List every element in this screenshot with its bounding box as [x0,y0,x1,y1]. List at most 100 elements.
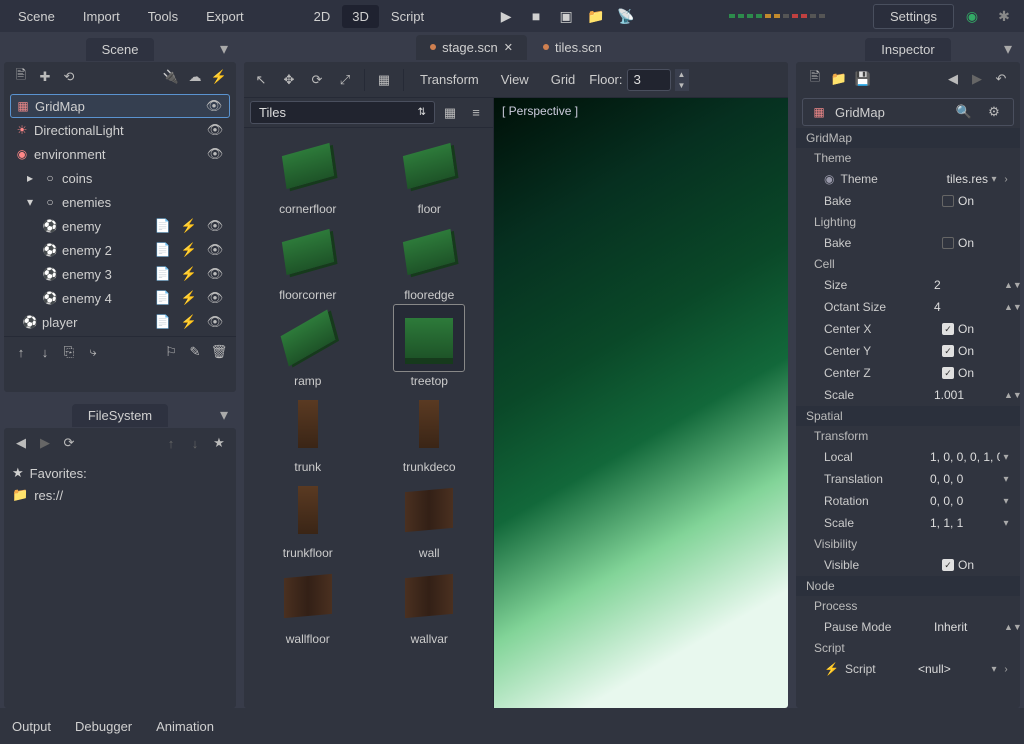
prop-rotation[interactable]: Rotation 0, 0, 0 ▾ [796,490,1020,512]
tree-node-directional-light[interactable]: ☀DirectionalLight 👁 [10,118,230,142]
tiles-library-select[interactable]: Tiles ⇅ [250,101,435,124]
other-tool-icon[interactable]: ⚐ [160,341,182,363]
floor-down-button[interactable]: ▼ [675,80,689,91]
visibility-icon[interactable]: 👁 [204,143,226,165]
visibility-icon[interactable]: 👁 [204,263,226,285]
tree-node-player[interactable]: ⚽player 📄 ⚡ 👁 [10,310,230,334]
nav-refresh-icon[interactable]: ⟳ [58,432,80,454]
prop-transform-scale[interactable]: Scale 1, 1, 1 ▾ [796,512,1020,534]
tile-treetop[interactable]: treetop [374,304,486,388]
scene-panel-menu-icon[interactable]: ▾ [220,39,228,59]
remote-icon[interactable]: 📡 [612,4,640,28]
prop-center-z[interactable]: Center Z ✓On [796,362,1020,384]
menu-import[interactable]: Import [71,5,132,28]
nav-back-icon[interactable]: ◀ [10,432,32,454]
tile-trunkdeco[interactable]: trunkdeco [374,390,486,474]
insp-save-icon[interactable]: 💾 [852,68,874,90]
prop-bake-lighting[interactable]: Bake On [796,232,1020,254]
nav-up-icon[interactable]: ↑ [160,432,182,454]
prop-pause-mode[interactable]: Pause Mode Inherit ▲▼ [796,616,1020,638]
tree-node-environment[interactable]: ◉environment 👁 [10,142,230,166]
tile-wallvar[interactable]: wallvar [374,562,486,646]
prop-center-y[interactable]: Center Y ✓On [796,340,1020,362]
play-icon[interactable]: ▶ [492,4,520,28]
favorite-icon[interactable]: ★ [208,432,230,454]
animation-tab[interactable]: Animation [156,719,214,734]
menu-tools[interactable]: Tools [136,5,190,28]
checkbox-icon[interactable] [942,195,954,207]
visibility-icon[interactable]: 👁 [204,239,226,261]
inspector-panel-tab[interactable]: Inspector ▾ [796,36,1020,62]
signals-icon[interactable]: ⚡ [208,66,230,88]
insp-history-icon[interactable]: ↶ [990,68,1012,90]
tile-ramp[interactable]: ramp [252,304,364,388]
script-icon[interactable]: ⚡ [178,239,200,261]
open-scene-icon[interactable]: 📄 [152,311,174,333]
add-node-icon[interactable]: ✚ [34,66,56,88]
floor-input[interactable] [627,69,671,91]
move-tool-icon[interactable]: ✥ [278,69,300,91]
tile-flooredge[interactable]: flooredge [374,218,486,302]
local-coords-icon[interactable]: ▦ [373,69,395,91]
script-icon[interactable]: ⚡ [178,215,200,237]
checkbox-icon[interactable]: ✓ [942,345,954,357]
edit-icon[interactable]: ✎ [184,341,206,363]
tile-wall[interactable]: wall [374,476,486,560]
move-up-icon[interactable]: ↑ [10,341,32,363]
view-2d-button[interactable]: 2D [304,5,341,28]
menu-export[interactable]: Export [194,5,256,28]
tree-node-coins[interactable]: ▸○ coins [10,166,230,190]
tree-node-enemy-4[interactable]: ⚽enemy 4 📄 ⚡ 👁 [10,286,230,310]
prop-octant-size[interactable]: Octant Size 4 ▲▼ [796,296,1020,318]
view-menu[interactable]: View [493,69,537,90]
tile-trunkfloor[interactable]: trunkfloor [252,476,364,560]
checkbox-icon[interactable]: ✓ [942,323,954,335]
fs-favorites[interactable]: ★Favorites: [12,462,228,484]
delete-icon[interactable]: 🗑 [208,341,230,363]
tree-node-enemy-3[interactable]: ⚽enemy 3 📄 ⚡ 👁 [10,262,230,286]
visibility-icon[interactable]: 👁 [204,215,226,237]
checkbox-icon[interactable] [942,237,954,249]
visibility-icon[interactable]: 👁 [204,119,226,141]
open-scene-icon[interactable]: 📄 [152,215,174,237]
checkbox-icon[interactable]: ✓ [942,559,954,571]
nav-forward-icon[interactable]: ▶ [34,432,56,454]
prop-theme[interactable]: ◉ Theme tiles.res ▾› [796,168,1020,190]
prop-center-x[interactable]: Center X ✓On [796,318,1020,340]
filesystem-panel-menu-icon[interactable]: ▾ [220,405,228,425]
close-icon[interactable]: ✕ [504,41,513,54]
prop-translation[interactable]: Translation 0, 0, 0 ▾ [796,468,1020,490]
connect-icon[interactable]: 🔌 [160,66,182,88]
tile-trunk[interactable]: trunk [252,390,364,474]
insp-new-icon[interactable]: 🖹 [804,68,826,90]
script-icon[interactable]: ⚡ [178,287,200,309]
menu-scene[interactable]: Scene [6,5,67,28]
view-script-button[interactable]: Script [381,5,434,28]
duplicate-icon[interactable]: ⎘ [58,341,80,363]
visibility-icon[interactable]: 👁 [204,287,226,309]
scene-panel-tab[interactable]: Scene ▾ [4,36,236,62]
new-node-icon[interactable]: 🖹 [10,66,32,88]
insp-back-icon[interactable]: ◀ [942,68,964,90]
prop-visible[interactable]: Visible ✓On [796,554,1020,576]
insp-forward-icon[interactable]: ▶ [966,68,988,90]
open-scene-icon[interactable]: 📄 [152,239,174,261]
tile-floor[interactable]: floor [374,132,486,216]
visibility-icon[interactable]: 👁 [204,311,226,333]
search-icon[interactable]: 🔍 [953,101,975,123]
tab-tiles[interactable]: tiles.scn [529,35,616,60]
tile-cornerfloor[interactable]: cornerfloor [252,132,364,216]
output-tab[interactable]: Output [12,719,51,734]
stop-icon[interactable]: ■ [522,4,550,28]
inspector-object-field[interactable]: ▦ GridMap 🔍 ⚙ [802,98,1014,126]
scale-tool-icon[interactable]: ⤢ [334,69,356,91]
visibility-icon[interactable]: 👁 [203,95,225,117]
script-icon[interactable]: ⚡ [178,263,200,285]
inspector-panel-menu-icon[interactable]: ▾ [1004,39,1012,59]
tree-node-enemy[interactable]: ⚽enemy 📄 ⚡ 👁 [10,214,230,238]
tree-node-enemies[interactable]: ▾○ enemies [10,190,230,214]
prop-bake-theme[interactable]: Bake On [796,190,1020,212]
script-icon[interactable]: ⚡ [178,311,200,333]
fs-res-root[interactable]: 📁res:// [12,484,228,506]
list-view-icon[interactable]: ≡ [465,102,487,124]
